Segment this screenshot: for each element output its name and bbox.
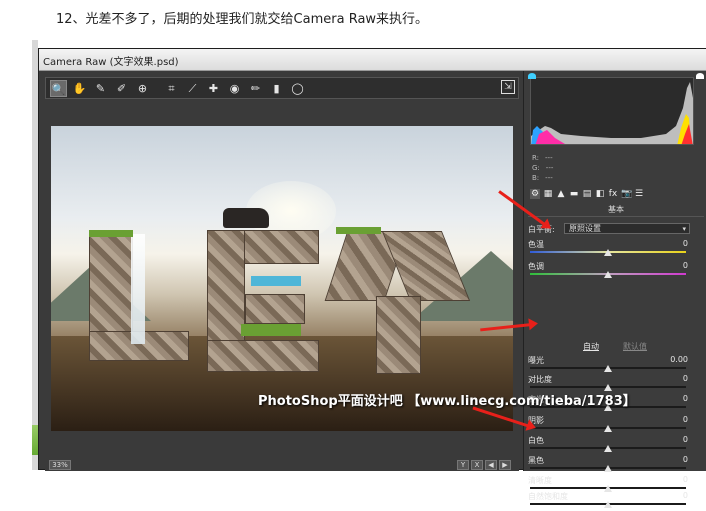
preferences-icon[interactable]: ⇲ [501, 80, 515, 94]
panel-tab-7-icon[interactable]: 📷 [621, 189, 632, 199]
crop-tool-icon[interactable]: ⌗ [163, 80, 180, 97]
stone-letter-y-stem [376, 296, 421, 374]
slider-thumb[interactable] [604, 249, 612, 256]
adjustment-brush-icon[interactable]: ✏ [247, 80, 264, 97]
slider-value[interactable]: 0 [683, 374, 688, 383]
slider-value[interactable]: 0 [683, 239, 688, 248]
grass-top-y [336, 227, 381, 234]
slider-row: 白色 0 [528, 435, 688, 455]
waterfall [131, 234, 145, 344]
slider-thumb[interactable] [604, 465, 612, 472]
rgb-readout: R: --- G: --- B: --- [532, 154, 554, 182]
panel-tab-2-icon[interactable]: ▲ [556, 189, 566, 199]
panel-tab-8-icon[interactable]: ☰ [634, 189, 644, 199]
slider-row: 黑色 0 [528, 455, 688, 475]
view-y-button[interactable]: Y [457, 460, 469, 470]
slider-thumb[interactable] [604, 271, 612, 278]
slider-value[interactable]: 0 [683, 491, 688, 500]
slider-value[interactable]: 0 [683, 261, 688, 270]
chevron-down-icon: ▾ [682, 225, 686, 233]
slider-value[interactable]: 0 [683, 455, 688, 464]
targeted-adjustment-tool-icon[interactable]: ⊕ [134, 80, 151, 97]
caption-text: 12、光差不多了，后期的处理我们就交给Camera Raw来执行。 [56, 12, 429, 27]
adjustment-panel: R:--- G:--- B:--- ⚙▦▲▬▤◧fx📷☰ 基本 白平衡: 原照设… [523, 71, 706, 508]
slider-row: 曝光 0.00 [528, 355, 688, 375]
panel-tab-1-icon[interactable]: ▦ [543, 189, 553, 199]
view-x-button[interactable]: X [471, 460, 483, 470]
hand-tool-icon[interactable]: ✋ [71, 80, 88, 97]
slider-row: 色调 0 [528, 261, 688, 281]
color-sampler-tool-icon[interactable]: ✐ [113, 80, 130, 97]
slider-label: 白色 [528, 436, 544, 445]
panel-tab-6-icon[interactable]: fx [608, 189, 618, 199]
slider-thumb[interactable] [604, 501, 612, 508]
default-link[interactable]: 默认值 [623, 341, 647, 352]
slider-value[interactable]: 0 [683, 435, 688, 444]
stone-letter-e-base [207, 340, 319, 372]
slider-label: 色温 [528, 240, 544, 249]
radial-filter-icon[interactable]: ◯ [289, 80, 306, 97]
zoom-level[interactable]: 33% [49, 460, 71, 470]
histogram-graph [531, 82, 693, 144]
slider-label: 自然饱和度 [528, 492, 568, 501]
panel-tab-4-icon[interactable]: ▤ [582, 189, 592, 199]
window-title: Camera Raw (文字效果.psd) [43, 57, 179, 68]
panel-tab-3-icon[interactable]: ▬ [569, 189, 579, 199]
bottom-bar: 33% Y X ◀ ▶ [45, 459, 519, 471]
slider-thumb[interactable] [604, 425, 612, 432]
panel-tab-5-icon[interactable]: ◧ [595, 189, 605, 199]
panel-tabs: ⚙ ▦ ▲ ▬ ▤ ◧ fx 📷 ☰ [528, 189, 700, 201]
straighten-tool-icon[interactable]: ⟋ [184, 80, 201, 97]
toolbar: 🔍 ✋ ✎ ✐ ⊕ ⌗ ⟋ ✚ ◉ ✏ ▮ ◯ [45, 77, 519, 99]
slider-value[interactable]: 0 [683, 415, 688, 424]
tutorial-caption: 12、光差不多了，后期的处理我们就交给Camera Raw来执行。 [0, 0, 706, 34]
view-next-button[interactable]: ▶ [499, 460, 511, 470]
zoom-tool-icon[interactable]: 🔍 [50, 80, 67, 97]
graduated-filter-icon[interactable]: ▮ [268, 80, 285, 97]
slider-thumb[interactable] [604, 365, 612, 372]
slider-label: 清晰度 [528, 476, 552, 485]
title-bar: Camera Raw (文字效果.psd) [39, 49, 706, 71]
watermark: PhotoShop平面设计吧 【www.linecg.com/tieba/178… [258, 394, 636, 409]
spot-removal-tool-icon[interactable]: ✚ [205, 80, 222, 97]
slider-value[interactable]: 0.00 [670, 355, 688, 364]
car [223, 208, 269, 228]
slider-row: 色温 0 [528, 239, 688, 259]
slider-value[interactable]: 0 [683, 475, 688, 484]
slider-label: 色调 [528, 262, 544, 271]
slider-label: 曝光 [528, 356, 544, 365]
white-balance-select[interactable]: 原照设置 ▾ [564, 223, 690, 234]
grass-field [241, 324, 301, 336]
auto-default-row: 自动 默认值 [528, 341, 704, 353]
slider-label: 黑色 [528, 456, 544, 465]
shadow-clipping-icon[interactable] [528, 73, 536, 79]
view-prev-button[interactable]: ◀ [485, 460, 497, 470]
highlight-clipping-icon[interactable] [696, 73, 704, 79]
slider-value[interactable]: 0 [683, 394, 688, 403]
white-balance-row: 白平衡: 原照设置▾ [528, 223, 704, 235]
stone-letter-e-mid [245, 294, 305, 324]
auto-link[interactable]: 自动 [583, 341, 599, 352]
red-eye-tool-icon[interactable]: ◉ [226, 80, 243, 97]
slider-label: 对比度 [528, 375, 552, 384]
section-title: 基本 [528, 204, 704, 217]
grass-top-l [89, 230, 133, 237]
slider-row: 阴影 0 [528, 415, 688, 435]
panel-tab-0-icon[interactable]: ⚙ [530, 189, 540, 199]
slider-row: 自然饱和度 0 [528, 491, 688, 511]
white-balance-tool-icon[interactable]: ✎ [92, 80, 109, 97]
water-pool [251, 276, 301, 286]
histogram [530, 77, 694, 145]
image-preview[interactable] [51, 126, 513, 431]
slider-thumb[interactable] [604, 445, 612, 452]
